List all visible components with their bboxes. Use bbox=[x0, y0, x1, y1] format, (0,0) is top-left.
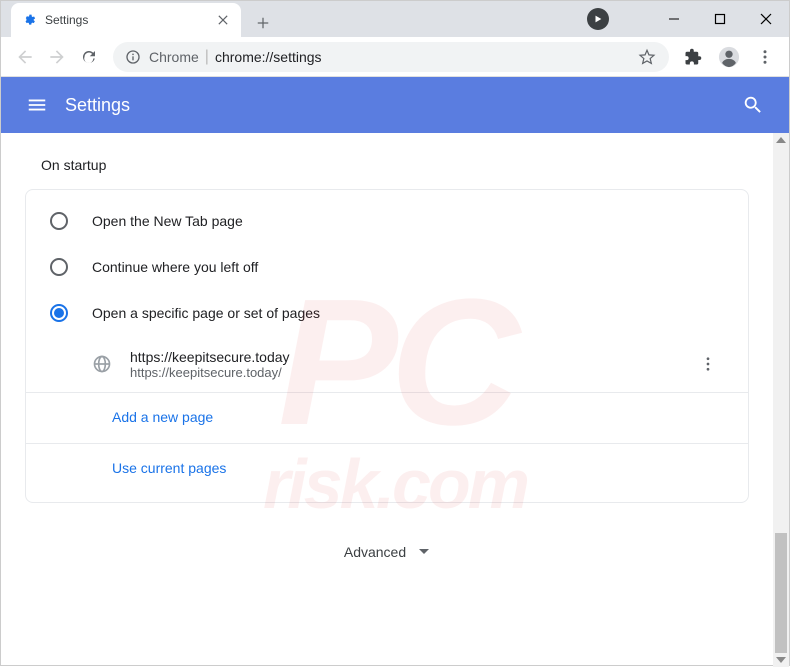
page-name: https://keepitsecure.today bbox=[130, 349, 692, 365]
section-title: On startup bbox=[25, 157, 749, 173]
chevron-down-icon bbox=[418, 543, 430, 561]
hamburger-menu-button[interactable] bbox=[17, 85, 57, 125]
radio-icon bbox=[50, 258, 68, 276]
forward-button[interactable] bbox=[41, 41, 73, 73]
content-area: On startup Open the New Tab page Continu… bbox=[1, 133, 789, 667]
omnibox-scheme: Chrome bbox=[149, 49, 199, 65]
minimize-button[interactable] bbox=[651, 1, 697, 37]
address-bar[interactable]: Chrome | chrome://settings bbox=[113, 42, 669, 72]
globe-icon bbox=[92, 354, 112, 374]
new-tab-button[interactable] bbox=[249, 9, 277, 37]
use-current-link[interactable]: Use current pages bbox=[112, 460, 226, 476]
add-page-row[interactable]: Add a new page bbox=[26, 393, 748, 444]
window-controls bbox=[651, 1, 789, 37]
omnibox-separator: | bbox=[205, 48, 209, 66]
startup-page-row: https://keepitsecure.today https://keepi… bbox=[26, 336, 748, 393]
radio-icon bbox=[50, 304, 68, 322]
maximize-button[interactable] bbox=[697, 1, 743, 37]
radio-label: Open the New Tab page bbox=[92, 213, 243, 229]
reload-button[interactable] bbox=[73, 41, 105, 73]
radio-label: Open a specific page or set of pages bbox=[92, 305, 320, 321]
radio-specific-page[interactable]: Open a specific page or set of pages bbox=[26, 290, 748, 336]
tab-title: Settings bbox=[45, 13, 215, 27]
settings-gear-icon bbox=[21, 12, 37, 28]
radio-icon bbox=[50, 212, 68, 230]
tab-close-icon[interactable] bbox=[215, 12, 231, 28]
startup-card: Open the New Tab page Continue where you… bbox=[25, 189, 749, 503]
media-control-button[interactable] bbox=[587, 8, 609, 30]
use-current-row[interactable]: Use current pages bbox=[26, 444, 748, 494]
page-more-button[interactable] bbox=[692, 348, 724, 380]
header-title: Settings bbox=[65, 95, 130, 116]
close-button[interactable] bbox=[743, 1, 789, 37]
page-url: https://keepitsecure.today/ bbox=[130, 365, 692, 380]
bookmark-star-icon[interactable] bbox=[637, 47, 657, 67]
profile-button[interactable] bbox=[713, 41, 745, 73]
omnibox-url: chrome://settings bbox=[215, 49, 322, 65]
extensions-button[interactable] bbox=[677, 41, 709, 73]
radio-new-tab[interactable]: Open the New Tab page bbox=[26, 198, 748, 244]
tab-settings[interactable]: Settings bbox=[11, 3, 241, 37]
advanced-toggle[interactable]: Advanced bbox=[25, 503, 749, 581]
add-page-link[interactable]: Add a new page bbox=[112, 409, 213, 425]
search-button[interactable] bbox=[733, 85, 773, 125]
browser-toolbar: Chrome | chrome://settings bbox=[1, 37, 789, 77]
site-info-icon[interactable] bbox=[125, 49, 141, 65]
settings-header: Settings bbox=[1, 77, 789, 133]
radio-label: Continue where you left off bbox=[92, 259, 258, 275]
chrome-menu-button[interactable] bbox=[749, 41, 781, 73]
advanced-label: Advanced bbox=[344, 544, 406, 560]
radio-continue[interactable]: Continue where you left off bbox=[26, 244, 748, 290]
back-button[interactable] bbox=[9, 41, 41, 73]
